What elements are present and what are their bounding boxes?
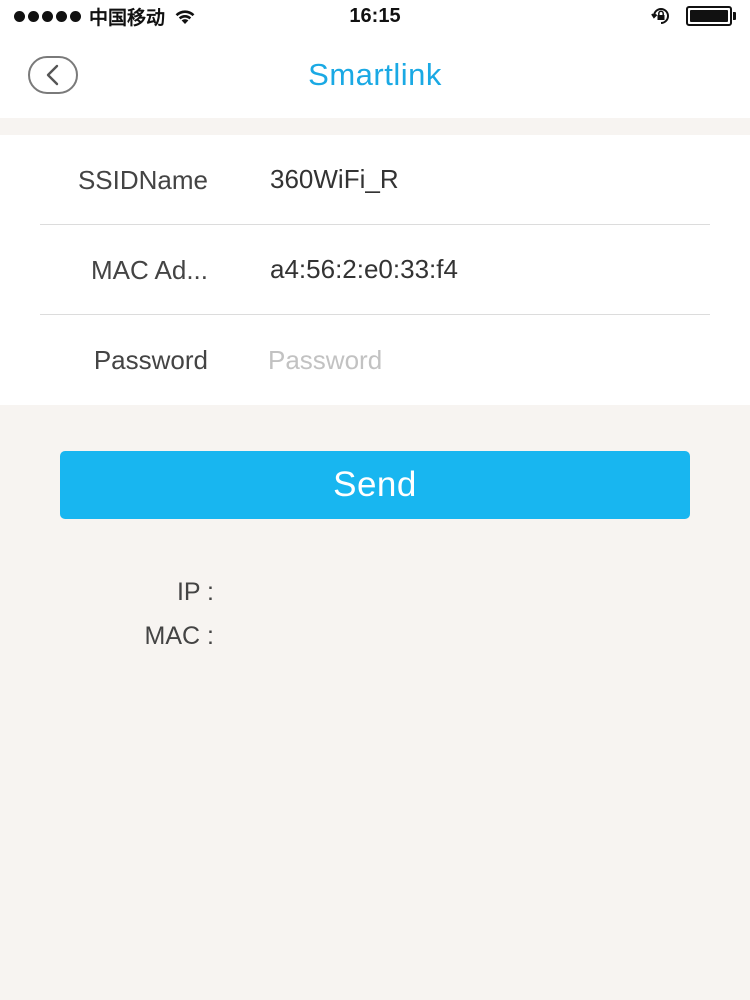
mac-address-row: MAC Ad... a4:56:2:e0:33:f4 [40,225,710,315]
send-button[interactable]: Send [60,451,690,519]
signal-strength-icon [14,10,81,22]
status-bar-left: 中国移动 [14,3,274,30]
status-bar: 中国移动 16:15 [0,0,750,32]
page-title: Smartlink [308,57,442,92]
password-input[interactable] [268,335,688,385]
mac-address-label: MAC Ad... [90,255,208,285]
chevron-left-icon [46,64,59,86]
carrier-name: 中国移动 [89,7,166,29]
mac-address-value: a4:56:2:e0:33:f4 [270,254,458,284]
navigation-bar: Smartlink [0,32,750,118]
wifi-form: SSIDName 360WiFi_R MAC Ad... a4:56:2:e0:… [0,135,750,405]
wifi-icon [175,10,195,24]
result-mac-label: MAC : [144,622,214,650]
result-ip-label: IP : [176,578,214,606]
rotation-lock-icon [651,8,669,24]
ssid-row: SSIDName 360WiFi_R [40,135,710,225]
battery-icon [686,6,736,26]
status-bar-right [476,5,736,27]
password-row: Password [40,315,710,405]
password-label: Password [93,345,208,375]
ssid-label: SSIDName [77,165,208,195]
back-button[interactable] [28,56,78,94]
status-time: 16:15 [349,4,401,27]
ssid-value: 360WiFi_R [270,164,399,194]
